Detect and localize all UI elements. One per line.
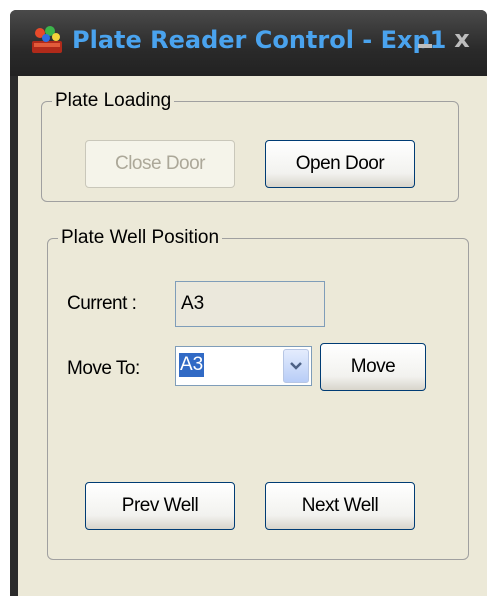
plate-reader-window: Plate Reader Control - Exp1 x Plate Load… (10, 10, 487, 596)
plate-reader-app-icon (32, 26, 62, 53)
close-button[interactable]: x (448, 24, 476, 54)
chevron-down-icon[interactable] (283, 349, 309, 383)
current-well-field: A3 (175, 281, 325, 327)
current-label: Current : (67, 293, 137, 314)
title-bar[interactable]: Plate Reader Control - Exp1 x (10, 10, 487, 76)
move-to-selected-value: A3 (179, 353, 205, 377)
close-door-button[interactable]: Close Door (85, 140, 235, 188)
minimize-button[interactable] (418, 44, 432, 48)
next-well-button[interactable]: Next Well (265, 482, 415, 530)
move-to-select[interactable]: A3 (175, 346, 312, 386)
plate-loading-legend: Plate Loading (55, 90, 172, 111)
prev-well-button[interactable]: Prev Well (85, 482, 235, 530)
move-to-label: Move To: (67, 358, 140, 379)
move-button[interactable]: Move (320, 343, 426, 391)
window-title: Plate Reader Control - Exp1 (72, 26, 447, 54)
plate-well-position-legend: Plate Well Position (61, 227, 220, 248)
client-area: Plate Loading Close Door Open Door Plate… (18, 76, 487, 596)
open-door-button[interactable]: Open Door (265, 140, 415, 188)
